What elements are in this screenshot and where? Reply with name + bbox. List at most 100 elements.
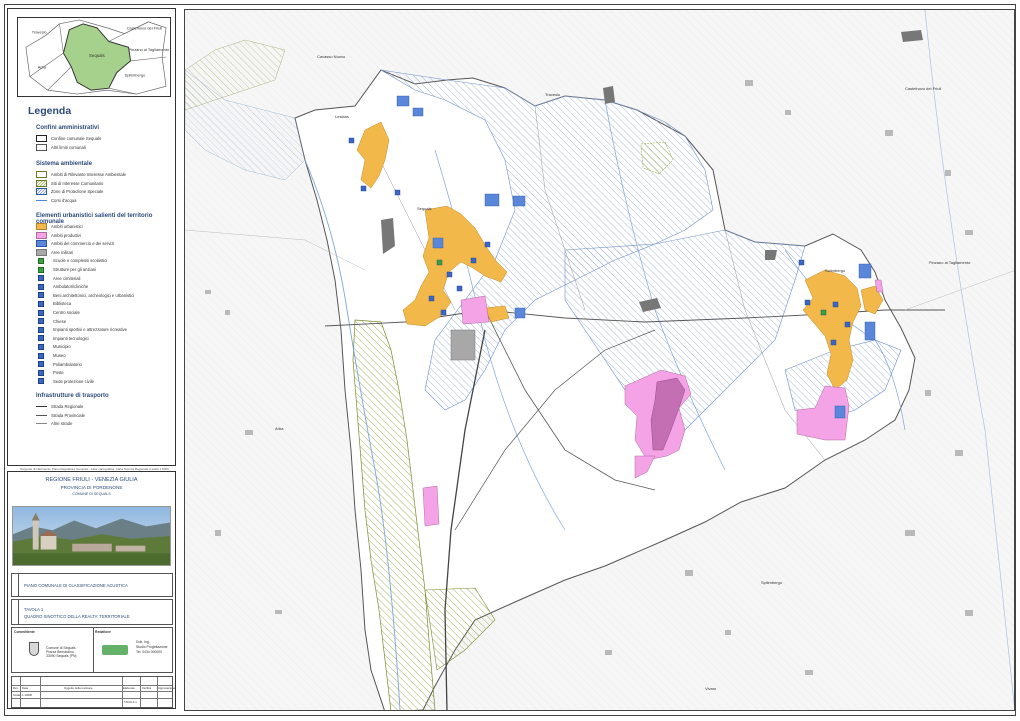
locator-place: Pinzano al Tagliamento [129, 47, 170, 52]
legend-swatch-icon [38, 335, 44, 342]
legend-item-label: Impianti tecnologici [53, 335, 89, 341]
legend-swatch-icon [38, 378, 44, 385]
legend-item-label: Beni architettonici, archeologici e urba… [53, 292, 135, 298]
comune-name: COMUNE DI SEQUALS [72, 492, 111, 496]
comune-coat-of-arms [29, 642, 39, 656]
legend-swatch-icon [38, 283, 44, 290]
village-photo [12, 506, 171, 566]
legend-swatch-line-mid [36, 414, 47, 416]
legend-item-label: Ambiti del commercio e dei servizi [51, 241, 115, 247]
title-block: REGIONE FRIULI - VENEZIA GIULIA PROVINCI… [7, 471, 176, 709]
legend-item-label: Sede protezione civile [53, 378, 94, 384]
legend-item: Altri limiti comunali [36, 143, 86, 152]
redattore-heading: Redattore [95, 630, 111, 634]
legend-swatch-line-thin [36, 423, 47, 424]
legend-swatch-hatch-blue [36, 188, 47, 196]
legend-item-label: Strutture per gli anziani [53, 267, 97, 272]
legend-item-label: Aree militari [51, 249, 74, 255]
scale-label: Scala [13, 693, 20, 697]
credits-box: Committente Redattore Comune di Sequals … [11, 627, 173, 673]
redattore-line: Tel. 0434 000000 [136, 650, 163, 654]
legend-swatch-icon [38, 318, 44, 325]
legend-title: Legenda [28, 105, 72, 117]
legend-item-label: Aree cimiteriali [53, 275, 81, 281]
legend-swatch-icon [38, 361, 44, 368]
map-canvas: Lestans Sequals Solimbergo Travesio Arba… [185, 10, 1014, 710]
legend-item-label: Confine comunale Sequals [51, 136, 102, 141]
place-label: Castelnovo del Friuli [905, 86, 941, 91]
locator-map: Travesio Castelnovo del Friuli Pinzano a… [17, 17, 171, 97]
locator-place: Spilimbergo [125, 73, 147, 78]
place-label: Arba [275, 426, 284, 431]
legend-swatch-fill-grey [36, 248, 47, 256]
legend-swatch-icon [38, 343, 44, 350]
scale-value: 1:10000 [22, 693, 33, 697]
legend-item-label: Ambiti produttivi [51, 232, 81, 238]
legend-item-label: Altre strade [51, 421, 73, 427]
legend-item-label: Centro sociale [53, 310, 80, 315]
legend-swatch-line-blue [36, 199, 47, 201]
tavola-number: TAVOLA 1 [24, 607, 44, 612]
legend-item-label: Scuole e complessi scolastici [53, 258, 108, 264]
legend-swatch-hatch-green [36, 179, 47, 187]
redattore-line: Dott. Ing. [136, 640, 150, 644]
legend-swatch-icon [38, 369, 44, 376]
legend-panel: Travesio Castelnovo del Friuli Pinzano a… [7, 8, 176, 471]
main-map[interactable]: Lestans Sequals Solimbergo Travesio Arba… [184, 9, 1015, 711]
redattore-logo [102, 645, 128, 655]
legend-swatch-fill-blue [36, 240, 47, 248]
tavola-cell: TAVOLA 1 [124, 700, 137, 704]
legend-swatch-icon-green [38, 257, 44, 264]
legend-swatch-icon [38, 300, 44, 307]
legend-section-title: Infrastrutture di trasporto [36, 393, 109, 399]
legend-item-label: Altri limiti comunali [51, 144, 86, 150]
committente-line: 33090 Sequals (PN) [46, 654, 77, 658]
legend-swatch-fill-orange [36, 223, 47, 230]
legend-swatch-icon [38, 292, 44, 299]
table-header-cell: Data [22, 686, 28, 690]
legend-item: Corsi d'acqua [36, 196, 76, 205]
table-header-cell: Verifica [142, 686, 152, 690]
locator-place: Sequals [89, 53, 105, 58]
legend-item-label: Museo [53, 353, 66, 358]
place-label: Lestans [335, 114, 349, 119]
redattore-line: Studio Progettazione [136, 645, 168, 649]
legend-swatch-icon-green [38, 266, 44, 273]
tavola-subtitle: QUADRO SINOTTICO DELLA REALTA' TERRITORI… [24, 614, 130, 619]
place-label: Travesio [545, 92, 561, 97]
legend-swatch-box-green [36, 171, 47, 178]
locator-place: Castelnovo del Friuli [127, 26, 163, 31]
legend-item-label: Ambulatori/cliniche [53, 284, 89, 290]
legend-item-label: Municipio [53, 344, 71, 350]
legend-swatch-icon [38, 352, 44, 359]
table-header-cell: Rev. [13, 686, 19, 690]
place-label: Vivaro [705, 686, 717, 691]
legend-item-label: Ambiti di Rilevante Interesse Ambientale [51, 172, 126, 177]
legend-item-label: Corsi d'acqua [51, 197, 77, 203]
legend-item-label: Siti di Interesse Comunitario [51, 180, 104, 186]
legend-item-label: Strada Regionale [51, 404, 84, 409]
military-area [450, 329, 476, 361]
legend-swatch-fill-pink [36, 231, 47, 239]
legend-swatch-line-thick [36, 405, 47, 408]
legend-item-label: Chiese [53, 318, 67, 324]
legend-swatch-icon [38, 309, 44, 316]
table-header-cell: Oggetto della revisione [64, 686, 93, 690]
table-header-cell: Elaborato [123, 686, 135, 690]
table-header-cell: Approvazione [158, 686, 176, 690]
locator-place: Travesio [32, 30, 48, 35]
place-label: Spilimbergo [761, 580, 783, 585]
project-box: PIANO COMUNALE DI CLASSIFICAZIONE ACUSTI… [11, 573, 173, 597]
legend-item-label: Biblioteca [53, 301, 72, 307]
legend-item-label: Poste [53, 370, 64, 376]
project-title: PIANO COMUNALE DI CLASSIFICAZIONE ACUSTI… [24, 583, 128, 588]
place-label: Sequals [417, 206, 431, 211]
legend-swatch-icon [38, 275, 44, 282]
legend-swatch-box-thin [36, 143, 47, 151]
legend-section-title: Sistema ambientale [36, 161, 93, 167]
locator-place: Arba [38, 65, 47, 70]
legend-item-label: Ambiti urbanistici [51, 224, 83, 229]
province-name: PROVINCIA DI PORDENONE [60, 485, 123, 490]
legend-item-label: Poliambulatorio [53, 361, 82, 367]
legend-item: Altre strade [36, 419, 72, 428]
